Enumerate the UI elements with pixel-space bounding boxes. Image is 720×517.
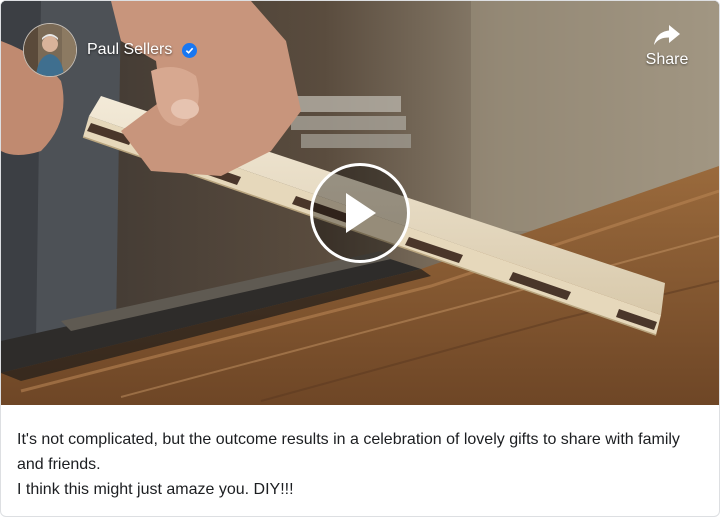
avatar-photo	[24, 24, 76, 76]
share-label: Share	[645, 51, 689, 68]
share-button[interactable]: Share	[637, 23, 697, 69]
video-post-card: Paul Sellers Share It's not complicated,…	[0, 0, 720, 517]
share-arrow-icon	[654, 25, 680, 45]
post-caption: It's not complicated, but the outcome re…	[1, 405, 719, 502]
verified-check-icon	[182, 42, 198, 58]
play-icon	[346, 193, 376, 233]
caption-line-1: It's not complicated, but the outcome re…	[17, 431, 680, 473]
caption-line-2: I think this might just amaze you. DIY!!…	[17, 481, 294, 498]
channel-name[interactable]: Paul Sellers	[87, 41, 172, 59]
channel-avatar[interactable]	[23, 23, 77, 77]
play-button[interactable]	[310, 163, 410, 263]
video-player[interactable]: Paul Sellers Share	[1, 1, 719, 405]
channel-header[interactable]: Paul Sellers	[23, 23, 198, 77]
